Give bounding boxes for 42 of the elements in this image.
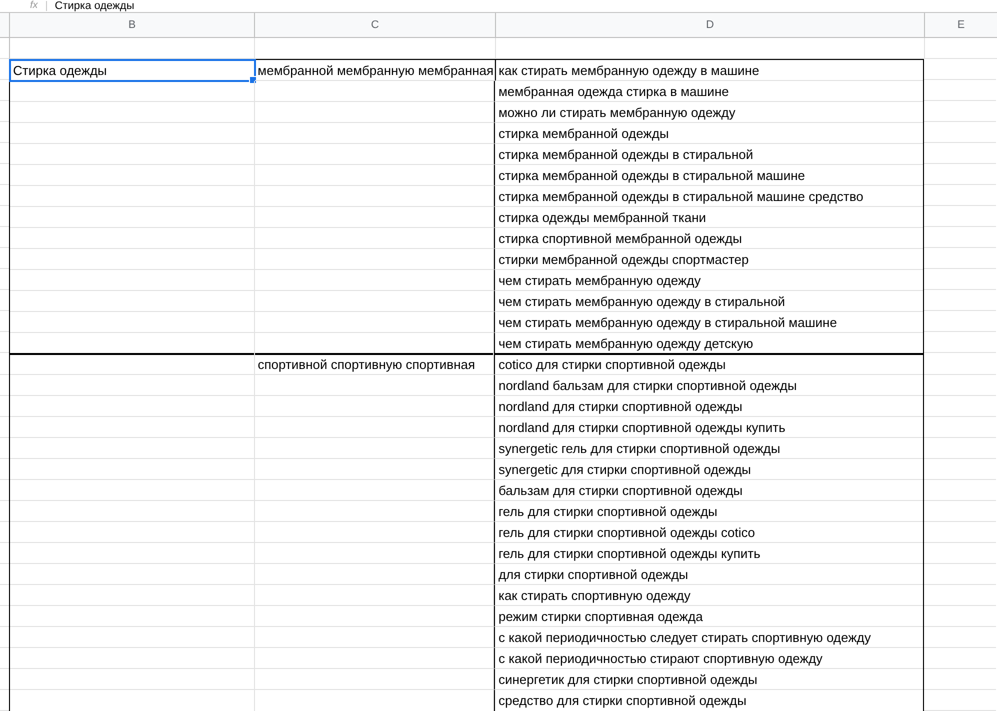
column-header[interactable]: B bbox=[10, 13, 255, 37]
table-cell: мембранная одежда стирка в машине bbox=[494, 81, 923, 102]
table-cell: стирка мембранной одежды в стиральной машине bbox=[494, 165, 923, 186]
table-cell: с какой периодичностью следует стирать спортивную одежду bbox=[494, 627, 923, 648]
table-cell: гель для стирки спортивной одежды cotico bbox=[494, 522, 923, 543]
table-cell: cotico для стирки спортивной одежды bbox=[494, 354, 923, 375]
table-cell: как стирать спортивную одежду bbox=[494, 585, 923, 606]
column-header[interactable]: D bbox=[496, 13, 925, 37]
table-cell: спортивной спортивную спортивная bbox=[254, 354, 494, 375]
table-cell: synergetic для стирки спортивной одежды bbox=[494, 459, 923, 480]
table-cell: средство для стирки спортивной одежды bbox=[494, 690, 923, 711]
formula-value[interactable]: Стирка одежды bbox=[54, 0, 134, 12]
table-cell: чем стирать мембранную одежду детскую bbox=[494, 333, 923, 354]
table-cell: с какой периодичностью стирают спортивную одежду bbox=[494, 648, 923, 669]
table-cell: nordland для стирки спортивной одежды bbox=[494, 396, 923, 417]
table-cell[interactable]: Стирка одежды bbox=[10, 60, 255, 81]
table-cell: чем стирать мембранную одежду в стиральной bbox=[494, 291, 923, 312]
table-cell: гель для стирки спортивной одежды bbox=[494, 501, 923, 522]
table-cell: для стирки спортивной одежды bbox=[494, 564, 923, 585]
table-cell: стирки мембранной одежды спортмастер bbox=[494, 249, 923, 270]
table-cell: гель для стирки спортивной одежды купить bbox=[494, 543, 923, 564]
table-cell: можно ли стирать мембранную одежду bbox=[494, 102, 923, 123]
table-cell: стирка спортивной мембранной одежды bbox=[494, 228, 923, 249]
table-cell: чем стирать мембранную одежду в стиральной машине bbox=[494, 312, 923, 333]
column-header[interactable]: E bbox=[925, 13, 997, 37]
table-cell: режим стирки спортивная одежда bbox=[494, 606, 923, 627]
fill-handle[interactable] bbox=[248, 76, 257, 84]
table-cell: nordland бальзам для стирки спортивной одежды bbox=[494, 375, 923, 396]
table-cell: nordland для стирки спортивной одежды купить bbox=[494, 417, 923, 438]
table-cell: стирка одежды мембранной ткани bbox=[494, 207, 923, 228]
table-cell: синергетик для стирки спортивной одежды bbox=[494, 669, 923, 690]
table-cell: synergetic гель для стирки спортивной одежды bbox=[494, 438, 923, 459]
column-header[interactable]: C bbox=[255, 13, 496, 37]
table-cell: стирка мембранной одежды bbox=[494, 123, 923, 144]
table-cell: как стирать мембранную одежду в машине bbox=[494, 60, 923, 81]
table-cell: стирка мембранной одежды в стиральной машине средство bbox=[494, 186, 923, 207]
empty-cell[interactable] bbox=[10, 354, 255, 375]
table-cell: бальзам для стирки спортивной одежды bbox=[494, 480, 923, 501]
table-cell: мембранной мембранную мембранная bbox=[254, 60, 495, 81]
table-cell: стирка мембранной одежды в стиральной bbox=[494, 144, 923, 165]
function-icon: fx bbox=[30, 1, 38, 11]
table-cell: чем стирать мембранную одежду bbox=[494, 270, 923, 291]
